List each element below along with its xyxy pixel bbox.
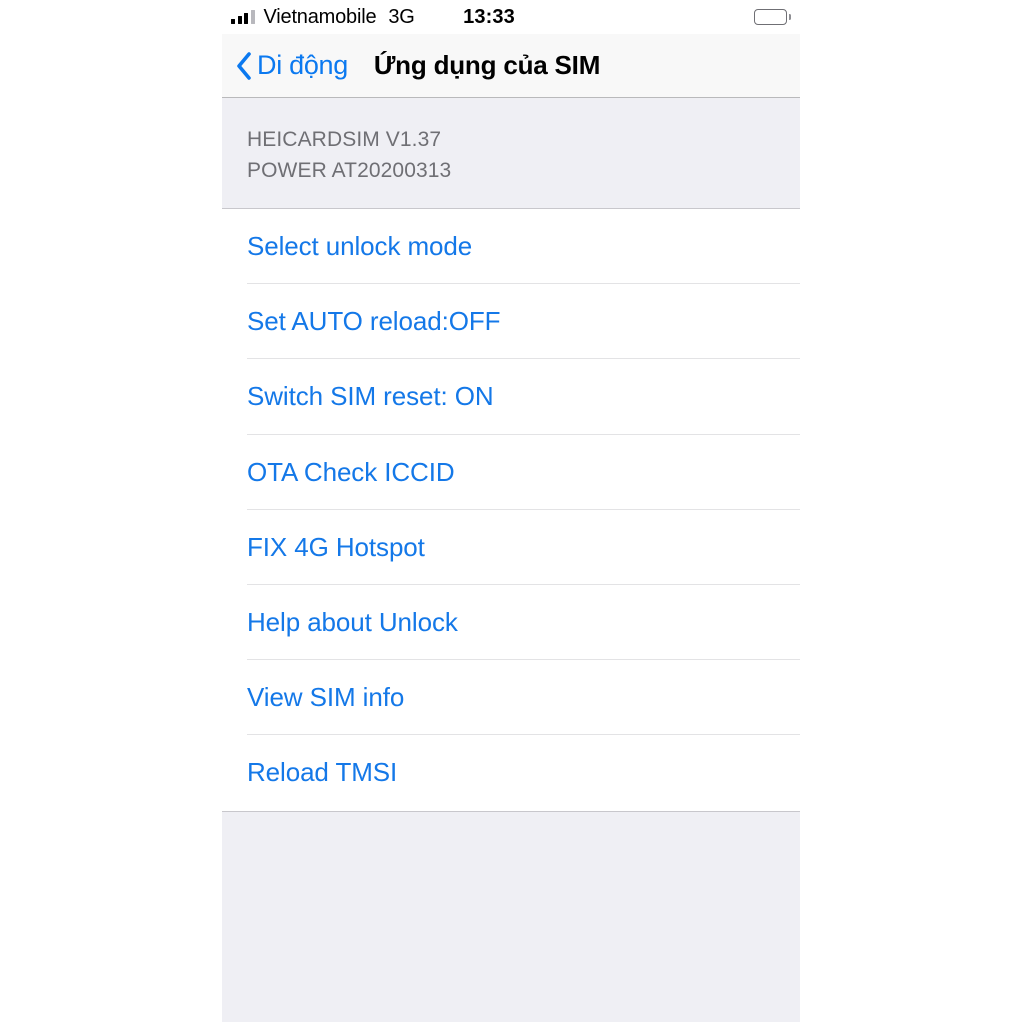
list-item-help-about-unlock[interactable]: Help about Unlock xyxy=(222,584,800,661)
list-item-label: Set AUTO reload:OFF xyxy=(247,306,501,337)
list-footer-area xyxy=(222,811,800,1022)
battery-body xyxy=(754,9,787,25)
status-bar: Vietnamobile 3G 13:33 xyxy=(222,0,800,34)
firmware-power-text: POWER AT20200313 xyxy=(247,159,452,182)
list-item-label: FIX 4G Hotspot xyxy=(247,531,425,562)
list-item-label: Reload TMSI xyxy=(247,757,398,788)
battery-cap xyxy=(788,14,791,20)
back-button[interactable]: Di động xyxy=(236,50,348,81)
chevron-left-icon xyxy=(237,51,251,80)
list-item-ota-check-iccid[interactable]: OTA Check ICCID xyxy=(222,434,800,510)
list-item-select-unlock-mode[interactable]: Select unlock mode xyxy=(222,209,800,285)
list-item-label: Help about Unlock xyxy=(247,607,458,638)
list-item-view-sim-info[interactable]: View SIM info xyxy=(222,660,800,736)
table-section-header: HEICARDSIM V1.37 POWER AT20200313 xyxy=(222,98,800,209)
firmware-version-text: HEICARDSIM V1.37 xyxy=(247,128,442,151)
list-item-reload-tmsi[interactable]: Reload TMSI xyxy=(222,735,800,811)
list-item-label: Select unlock mode xyxy=(247,231,473,262)
status-clock: 13:33 xyxy=(463,5,515,28)
navigation-bar: Di động Ứng dụng của SIM xyxy=(222,34,800,98)
back-button-label: Di động xyxy=(257,50,348,80)
list-item-set-auto-reload[interactable]: Set AUTO reload:OFF xyxy=(222,284,800,360)
list-item-label: OTA Check ICCID xyxy=(247,456,455,487)
list-item-switch-sim-reset[interactable]: Switch SIM reset: ON xyxy=(222,359,800,435)
list-item-label: View SIM info xyxy=(247,682,405,713)
list-item-label: Switch SIM reset: ON xyxy=(247,381,494,412)
options-list: Select unlock mode Set AUTO reload:OFF S… xyxy=(222,209,800,812)
list-item-fix-4g-hotspot[interactable]: FIX 4G Hotspot xyxy=(222,509,800,586)
phone-screen: Vietnamobile 3G 13:33 Di động Ứng dụng c… xyxy=(222,0,800,1024)
battery-icon xyxy=(754,9,791,25)
